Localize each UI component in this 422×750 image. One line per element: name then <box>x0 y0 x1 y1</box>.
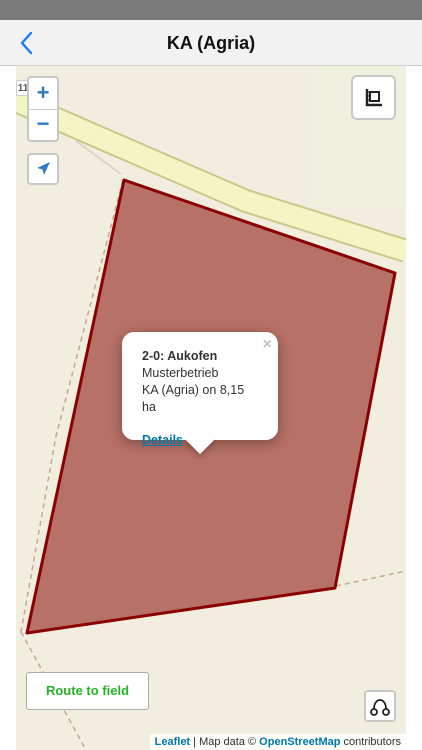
navigation-arrow-icon <box>37 162 50 175</box>
route-to-field-button[interactable]: Route to field <box>26 672 149 710</box>
navigation-bar: KA (Agria) <box>0 20 422 66</box>
attribution-separator: | Map data © <box>190 736 260 748</box>
field-info-popup: × 2-0: Aukofen Musterbetrieb KA (Agria) … <box>122 332 278 455</box>
route-path-icon <box>370 699 390 716</box>
route-button[interactable] <box>364 690 396 722</box>
measure-button[interactable] <box>351 75 396 120</box>
popup-details-link[interactable]: Details <box>142 433 183 447</box>
leaflet-link[interactable]: Leaflet <box>155 736 190 748</box>
map-attribution: Leaflet | Map data © OpenStreetMap contr… <box>149 734 406 750</box>
popup-crop-area: KA (Agria) on 8,15 ha <box>142 383 245 414</box>
attribution-suffix: contributors <box>340 736 401 748</box>
map-view[interactable]: 11 + − × 2-0: Aukofen Musterbetrieb KA (… <box>16 66 406 750</box>
page-title: KA (Agria) <box>166 33 256 53</box>
popup-close-button[interactable]: × <box>263 336 272 354</box>
popup-farm: Musterbetrieb <box>142 366 219 380</box>
osm-link[interactable]: OpenStreetMap <box>259 736 340 748</box>
status-bar <box>0 0 422 20</box>
zoom-in-button[interactable]: + <box>29 78 57 110</box>
locate-button[interactable] <box>27 153 59 185</box>
zoom-control: + − <box>27 76 59 142</box>
ruler-square-icon <box>365 89 382 107</box>
popup-title: 2-0: Aukofen <box>142 349 218 363</box>
zoom-out-button[interactable]: − <box>29 109 57 140</box>
